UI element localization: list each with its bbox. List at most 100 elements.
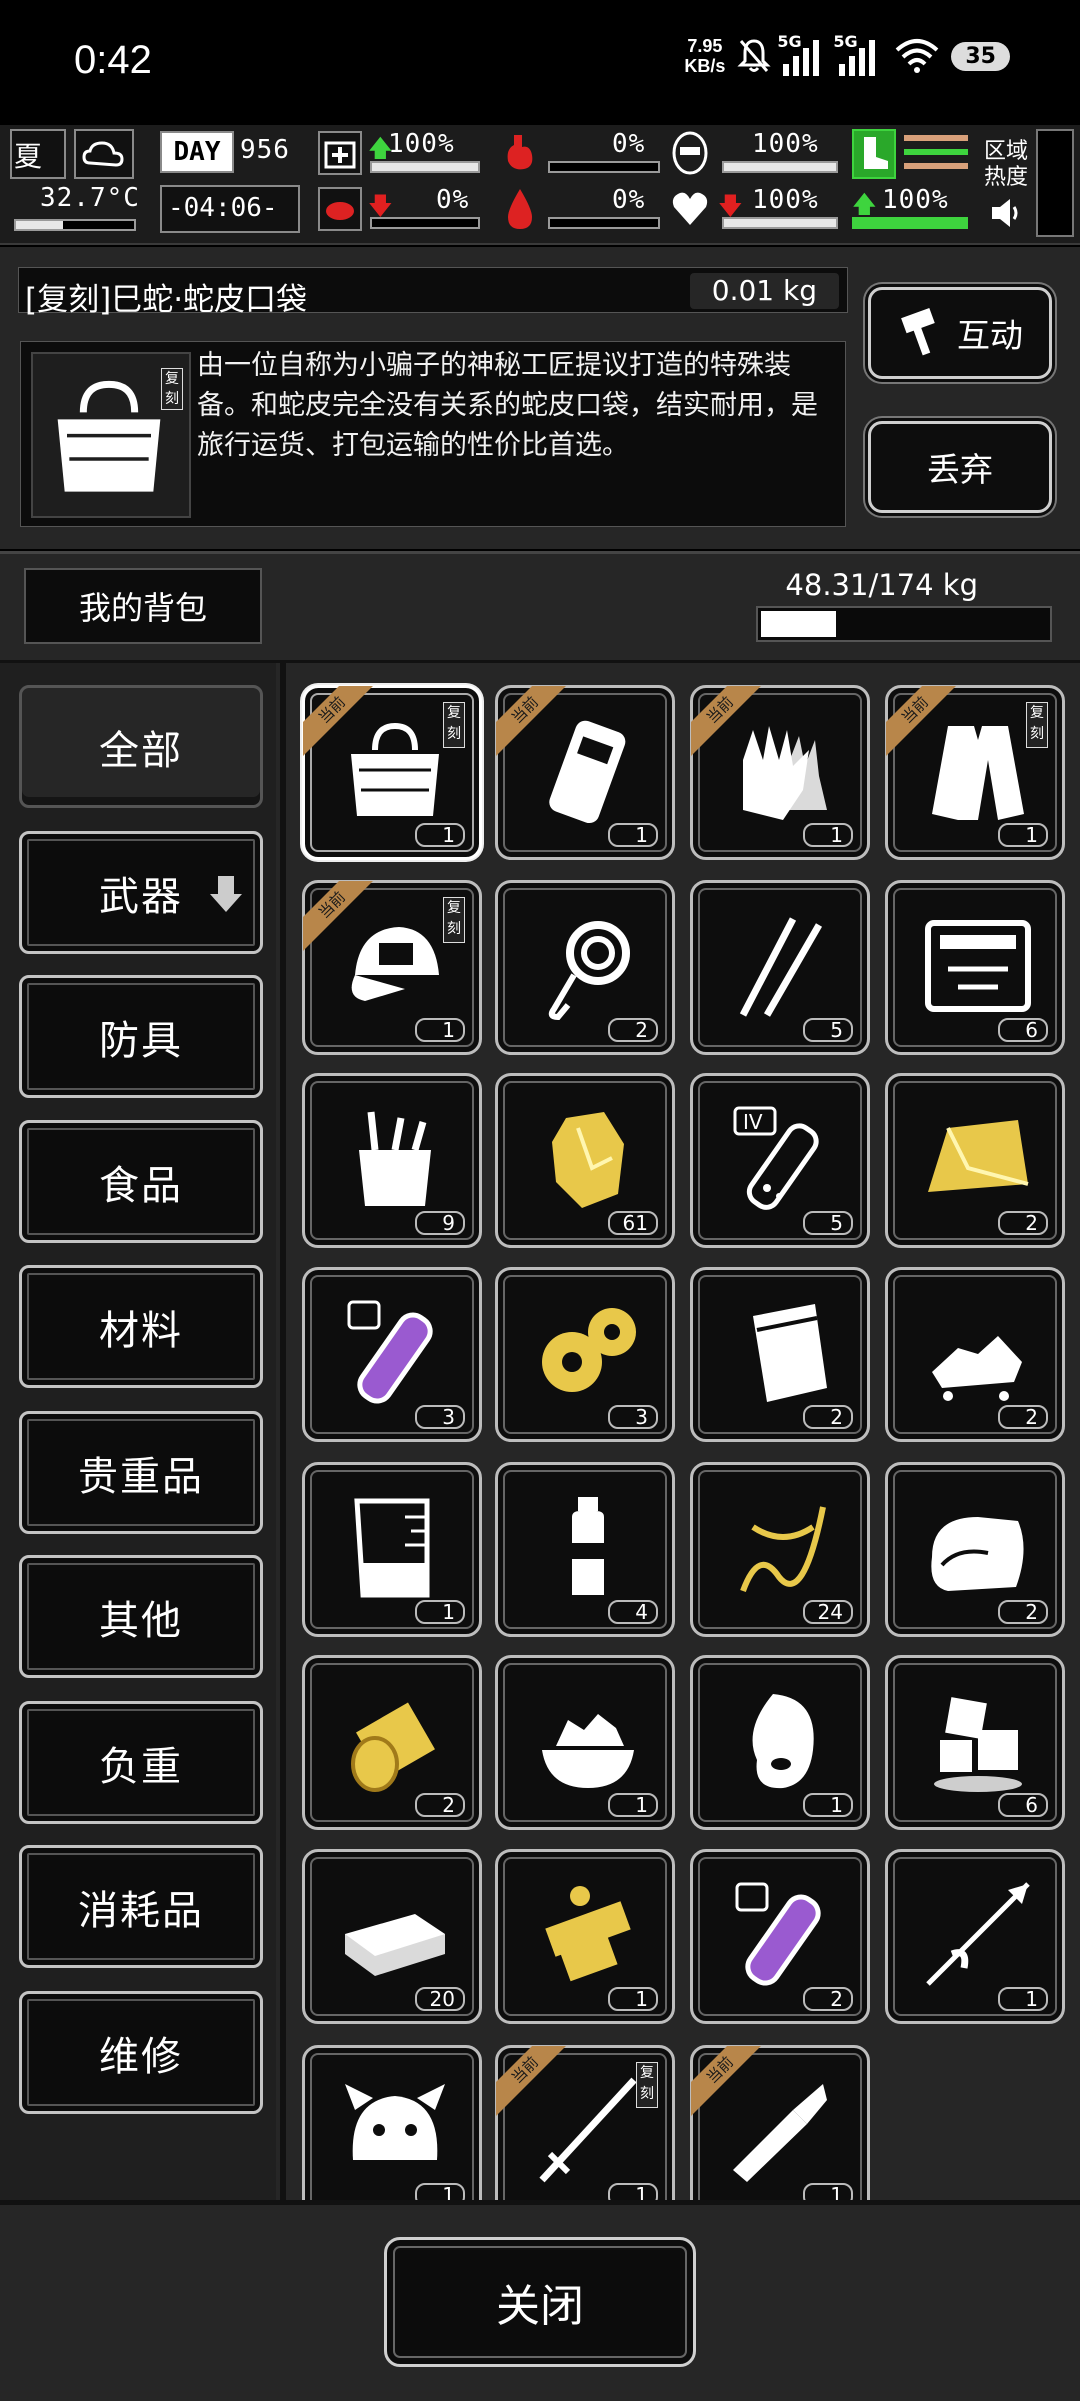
signal-sim2-icon: 5G [833,32,883,76]
inventory-slot[interactable]: 2 [885,1267,1065,1442]
svg-text:IV: IV [743,1110,763,1134]
inventory-slot[interactable]: 20 [302,1849,482,2024]
inventory-slot[interactable]: 61 [495,1073,675,1248]
equipped-ribbon: 当前 [303,881,377,955]
close-button[interactable]: 关闭 [384,2237,696,2367]
stamina-lines-icon [904,135,968,175]
status-icons: 7.95 KB/s 5G 5G 35 [684,32,1010,76]
inventory-slot[interactable]: 2 [302,1655,482,1830]
inventory-slot[interactable]: 1 [302,2045,482,2200]
discard-button[interactable]: 丢弃 [868,421,1052,513]
category-repair[interactable]: 维修 [19,1991,263,2114]
inventory-slot[interactable]: 当前 复刻 1 [302,880,482,1055]
inventory-slot[interactable]: 2 [885,1073,1065,1248]
spear-icon [926,1882,1030,1986]
beaker-icon [354,1498,430,1598]
tweezers-icon [739,917,823,1017]
inventory-slot[interactable]: 1 [495,1655,675,1830]
inventory-slot[interactable]: 当前 复刻 1 [302,685,482,860]
inventory-slot[interactable]: 4 [495,1462,675,1637]
inventory-slot[interactable]: 2 [690,1849,870,2024]
inventory-slot[interactable]: 6 [885,1655,1065,1830]
replica-badge: 复刻 [161,368,183,410]
item-count: 5 [803,1211,853,1235]
inventory-slot[interactable]: 5 [690,880,870,1055]
heart-value: 100% [752,185,819,215]
replica-badge: 复刻 [443,897,465,943]
cable-spool-icon [351,1702,435,1792]
category-load[interactable]: 负重 [19,1701,263,1824]
injury-icon [318,187,362,231]
bottom-bar: 关闭 [0,2200,1080,2401]
category-armor[interactable]: 防具 [19,975,263,1098]
wifi-icon [896,39,939,73]
inventory-slot[interactable]: 1 [495,1849,675,2024]
category-materials[interactable]: 材料 [19,1265,263,1388]
season-summer-icon: 夏 [10,129,66,179]
hunger-bar [548,161,660,173]
replica-badge: 复刻 [636,2062,658,2108]
clock-time: 0:42 [74,38,152,82]
category-consumables[interactable]: 消耗品 [19,1845,263,1968]
equipped-ribbon: 当前 [303,686,377,760]
replica-badge: 复刻 [443,702,465,748]
item-count: 2 [608,1018,658,1042]
toolbox-icon [925,920,1031,1012]
ice-icon [934,1697,1022,1792]
inventory-slot[interactable]: 1 [302,1462,482,1637]
weather-cloudy-night-icon [74,129,134,179]
item-count: 61 [608,1211,658,1235]
inventory-slot[interactable]: 9 [302,1073,482,1248]
inventory-slot[interactable]: 当前 1 [690,685,870,860]
interact-button[interactable]: 互动 [868,287,1052,379]
stamina-value: 100% [882,185,949,215]
equipped-ribbon: 当前 [886,686,960,760]
inventory-slot[interactable]: 24 [690,1462,870,1637]
inventory-slot[interactable]: 当前 复刻 1 [495,2045,675,2200]
item-count: 1 [803,823,853,847]
injury-bar [370,217,480,229]
category-all[interactable]: 全部 [19,685,263,808]
armor-bar [722,161,838,173]
inventory-slot[interactable]: 3 [495,1267,675,1442]
inventory-slot[interactable]: 1 [885,1849,1065,2024]
inventory-slot[interactable]: 6 [885,880,1065,1055]
inventory-slot[interactable]: IV 5 [690,1073,870,1248]
thirst-value: 0% [612,185,646,215]
item-picture: 复刻 [31,352,191,518]
health-value: 100% [388,129,455,159]
item-detail-panel: [复刻]巳蛇·蛇皮口袋 0.01 kg 复刻 由一位自称为小骗子的神秘工匠提议打… [0,247,1080,549]
category-other[interactable]: 其他 [19,1555,263,1678]
item-count: 1 [998,823,1048,847]
item-count: 1 [803,1793,853,1817]
inventory-slot[interactable]: 1 [690,1655,870,1830]
hunger-value: 0% [612,129,646,159]
item-count: 5 [803,1018,853,1042]
day-label: DAY [160,131,234,173]
inventory-slot[interactable]: 当前 1 [495,685,675,860]
water-bottle-icon [572,1497,604,1595]
inventory-slot[interactable]: 当前 复刻 1 [885,685,1065,860]
category-valuables[interactable]: 贵重品 [19,1411,263,1534]
purple-tube-icon [347,1300,433,1404]
item-count: 1 [415,1018,465,1042]
inventory-slot[interactable]: 2 [495,880,675,1055]
inventory-slot[interactable]: 3 [302,1267,482,1442]
equipped-ribbon: 当前 [496,686,570,760]
speaker-icon[interactable] [986,193,1026,233]
category-weapons[interactable]: 武器 [19,831,263,954]
cash-icon [345,1914,445,1976]
category-food[interactable]: 食品 [19,1120,263,1243]
item-description: 由一位自称为小骗子的神秘工匠提议打造的特殊装备。和蛇皮完全没有关系的蛇皮口袋，结… [197,350,818,461]
backpack-capacity: 48.31/174 kg [785,568,978,602]
item-title-bar: [复刻]巳蛇·蛇皮口袋 0.01 kg [18,267,848,318]
battery-indicator: 35 [951,41,1010,71]
inventory-slot[interactable]: 2 [885,1462,1065,1637]
item-description-box: 复刻 由一位自称为小骗子的神秘工匠提议打造的特殊装备。和蛇皮完全没有关系的蛇皮口… [20,341,846,527]
item-count: 2 [998,1211,1048,1235]
inventory-slot[interactable]: 2 [690,1267,870,1442]
my-backpack-button[interactable]: 我的背包 [24,568,262,644]
inventory-slot[interactable]: 当前 1 [690,2045,870,2200]
status-bar: 0:42 7.95 KB/s 5G 5G 35 [0,0,1080,125]
game-clock: -04:06- [160,185,300,233]
